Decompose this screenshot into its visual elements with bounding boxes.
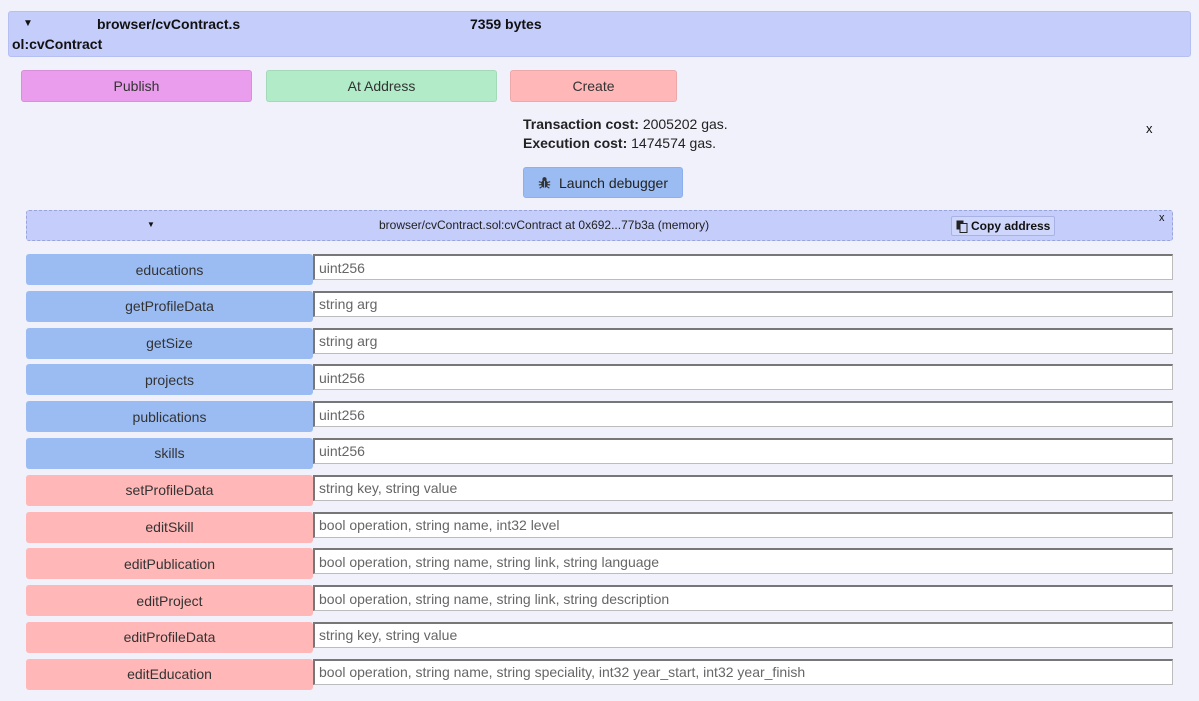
launch-debugger-label: Launch debugger xyxy=(559,174,668,191)
contract-size: 7359 bytes xyxy=(470,16,542,32)
function-args-input-setProfileData[interactable] xyxy=(313,474,1173,501)
function-row: skills xyxy=(26,437,1173,469)
contract-name-continued: ol:cvContract xyxy=(12,36,103,52)
function-button-educations[interactable]: educations xyxy=(26,254,313,285)
function-row: projects xyxy=(26,364,1173,396)
function-args-input-getSize[interactable] xyxy=(313,327,1173,354)
function-args-input-publications[interactable] xyxy=(313,401,1173,428)
transaction-info: Transaction cost: 2005202 gas. Execution… xyxy=(523,115,728,153)
function-list: educations getProfileData getSize projects p… xyxy=(26,254,1173,696)
function-row: getSize xyxy=(26,327,1173,359)
function-row: publications xyxy=(26,401,1173,433)
execution-cost-label: Execution cost: xyxy=(523,135,628,151)
function-button-editProfileData[interactable]: editProfileData xyxy=(26,621,313,653)
collapse-caret-icon[interactable]: ▼ xyxy=(23,18,33,29)
function-row: editEducation xyxy=(26,658,1173,690)
contract-header[interactable]: ▼ browser/cvContract.s 7359 bytes ol:cvC… xyxy=(8,11,1191,57)
function-args-input-editEducation[interactable] xyxy=(313,658,1173,685)
function-row: educations xyxy=(26,254,1173,285)
instance-title: browser/cvContract.sol:cvContract at 0x6… xyxy=(379,218,710,232)
launch-debugger-button[interactable]: Launch debugger xyxy=(523,167,683,198)
publish-button[interactable]: Publish xyxy=(21,70,252,102)
function-args-input-getProfileData[interactable] xyxy=(313,290,1173,317)
function-button-editEducation[interactable]: editEducation xyxy=(26,658,313,690)
function-args-input-projects[interactable] xyxy=(313,364,1173,391)
function-args-input-editPublication[interactable] xyxy=(313,548,1173,575)
close-transaction-icon[interactable]: x xyxy=(1146,121,1153,136)
function-button-editProject[interactable]: editProject xyxy=(26,585,313,617)
function-button-publications[interactable]: publications xyxy=(26,401,313,433)
at-address-button[interactable]: At Address xyxy=(266,70,497,102)
function-args-input-editProfileData[interactable] xyxy=(313,621,1173,648)
close-instance-icon[interactable]: x xyxy=(1159,212,1165,224)
function-row: setProfileData xyxy=(26,474,1173,506)
execution-cost: Execution cost: 1474574 gas. xyxy=(523,134,728,153)
copy-icon xyxy=(956,220,968,233)
function-row: editProfileData xyxy=(26,621,1173,653)
function-button-setProfileData[interactable]: setProfileData xyxy=(26,474,313,506)
function-button-getSize[interactable]: getSize xyxy=(26,327,313,359)
bug-icon xyxy=(538,176,551,189)
function-row: editPublication xyxy=(26,548,1173,580)
function-row: editSkill xyxy=(26,511,1173,543)
function-button-editSkill[interactable]: editSkill xyxy=(26,511,313,543)
function-button-editPublication[interactable]: editPublication xyxy=(26,548,313,580)
execution-cost-value: 1474574 gas. xyxy=(631,135,716,151)
function-button-skills[interactable]: skills xyxy=(26,437,313,469)
function-button-getProfileData[interactable]: getProfileData xyxy=(26,290,313,322)
copy-address-button[interactable]: Copy address xyxy=(951,216,1056,236)
transaction-cost: Transaction cost: 2005202 gas. xyxy=(523,115,728,134)
transaction-cost-value: 2005202 gas. xyxy=(642,116,728,132)
function-args-input-editSkill[interactable] xyxy=(313,511,1173,538)
contract-name: browser/cvContract.s xyxy=(97,16,241,32)
contract-instance-header[interactable]: ▼ browser/cvContract.sol:cvContract at 0… xyxy=(26,210,1173,241)
create-button[interactable]: Create xyxy=(510,70,677,102)
function-row: getProfileData xyxy=(26,290,1173,322)
instance-collapse-caret-icon[interactable]: ▼ xyxy=(147,220,155,229)
function-button-projects[interactable]: projects xyxy=(26,364,313,396)
function-row: editProject xyxy=(26,585,1173,617)
function-args-input-editProject[interactable] xyxy=(313,585,1173,612)
function-args-input-educations[interactable] xyxy=(313,254,1173,280)
function-args-input-skills[interactable] xyxy=(313,437,1173,464)
transaction-cost-label: Transaction cost: xyxy=(523,116,639,132)
copy-address-label: Copy address xyxy=(971,219,1051,233)
